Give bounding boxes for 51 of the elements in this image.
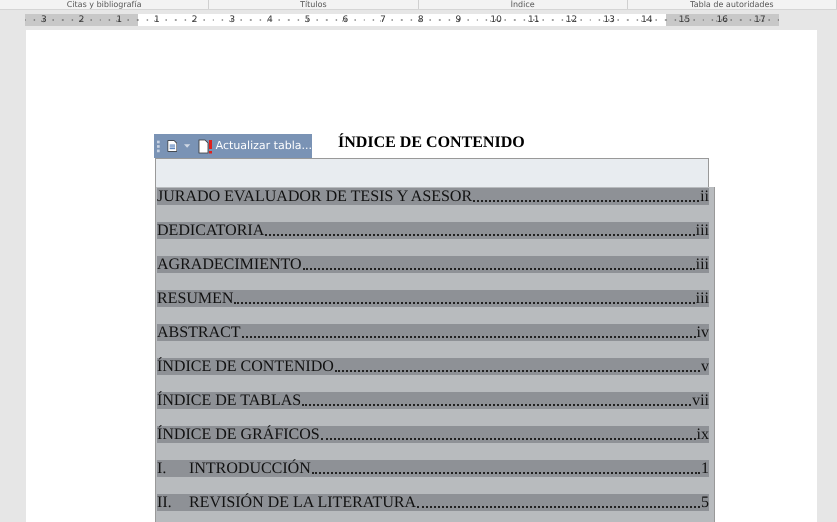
entry-title: ABSTRACT (157, 324, 241, 341)
ruler-number: 12 (566, 14, 578, 24)
grip-icon[interactable] (157, 139, 160, 153)
ruler-number: 6 (342, 14, 348, 24)
entry-title: DEDICATORIA (157, 222, 264, 239)
page-number: 5 (701, 494, 709, 511)
ruler-number: 1 (116, 14, 122, 24)
ruler-number: 9 (456, 14, 462, 24)
entry-title: RESUMEN (157, 290, 234, 307)
entry-title: ÍNDICE DE GRÁFICOS (157, 426, 320, 443)
ruler-number: 8 (418, 14, 424, 24)
page-number: ix (696, 426, 709, 443)
entry-title: INTRODUCCIÓN (189, 460, 311, 477)
page-number: 1 (701, 460, 709, 477)
ruler-number: 15 (678, 14, 690, 24)
entry-number: I. (157, 460, 168, 477)
caret-icon[interactable] (184, 144, 191, 148)
ruler-number: 13 (603, 14, 615, 24)
ribbon-group-label: Citas y bibliografía (0, 0, 210, 9)
ribbon-group-label: Tabla de autoridades (628, 0, 837, 9)
ribbon-group-label: Títulos (209, 0, 418, 9)
ruler-number: 17 (754, 14, 766, 24)
page-number: iv (696, 324, 709, 341)
ruler-number: 16 (716, 14, 728, 24)
page-number: iii (696, 256, 709, 273)
ruler-number: 4 (267, 14, 273, 24)
document-warning-icon (198, 138, 213, 154)
ruler-number: 3 (40, 14, 47, 24)
page-number: iii (696, 222, 709, 239)
page-number: ii (700, 188, 709, 205)
ruler-number: 1 (154, 14, 160, 24)
page-number: vii (692, 392, 709, 409)
entry-number: II. (157, 494, 173, 511)
entry-title: REVISIÓN DE LA LITERATURA (189, 494, 416, 511)
ruler-number: 2 (192, 14, 198, 24)
page-number: v (701, 358, 709, 375)
document-icon[interactable] (166, 139, 178, 153)
ruler-number: 11 (528, 14, 540, 24)
ruler-number: 14 (641, 14, 653, 24)
entry-title: ÍNDICE DE TABLAS (157, 392, 302, 409)
ruler-number: 7 (380, 14, 386, 24)
ruler-number: 2 (78, 14, 84, 24)
update-table-button[interactable]: Actualizar tabla... (198, 138, 312, 154)
page-number: iii (696, 290, 709, 307)
heading: ÍNDICE DE CONTENIDO (338, 132, 525, 153)
ruler-number: 10 (490, 14, 502, 24)
entry-title: ÍNDICE DE CONTENIDO (157, 358, 334, 375)
ruler-number: 5 (304, 14, 311, 24)
entry-title: JURADO EVALUADOR DE TESIS Y ASESOR (157, 188, 472, 205)
ruler-number: 3 (229, 14, 236, 24)
entry-title: AGRADECIMIENTO (157, 256, 302, 273)
